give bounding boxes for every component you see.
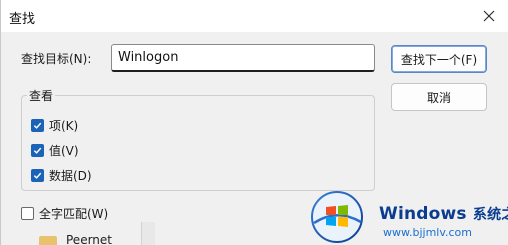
- close-button[interactable]: [477, 4, 501, 28]
- watermark-brand-cn: 系统之家: [472, 207, 508, 223]
- keys-label: 项(K): [49, 118, 79, 133]
- find-dialog: 查找 查找目标(N): 查找下一个(F) 取消 查看 项(K) 值(V) 数据(…: [0, 0, 508, 245]
- match-whole-string-checkbox[interactable]: [21, 206, 34, 220]
- find-target-input[interactable]: [111, 44, 375, 72]
- match-whole-string-row[interactable]: 全字匹配(W): [21, 204, 108, 222]
- values-checkbox-row[interactable]: 值(V): [31, 141, 79, 159]
- close-icon: [483, 10, 495, 22]
- match-whole-string-label: 全字匹配(W): [39, 206, 109, 221]
- title-bar: 查找: [1, 0, 508, 32]
- checkmark-icon: [33, 122, 42, 129]
- keys-checkbox[interactable]: [31, 118, 44, 132]
- background-scrollbar: [141, 222, 155, 245]
- watermark-brand-en: Windows: [379, 204, 467, 224]
- background-tree-item: Peernet: [39, 232, 149, 245]
- dialog-title: 查找: [9, 12, 36, 27]
- look-at-title: 查看: [27, 87, 56, 104]
- find-next-button[interactable]: 查找下一个(F): [391, 45, 487, 73]
- values-checkbox[interactable]: [31, 143, 44, 157]
- checkmark-icon: [33, 147, 42, 154]
- folder-icon: [39, 236, 57, 245]
- checkmark-icon: [33, 172, 42, 179]
- watermark-url: www.bjjmlv.com: [383, 226, 472, 239]
- site-watermark: Windows 系统之家 www.bjjmlv.com: [301, 186, 508, 245]
- find-target-label: 查找目标(N):: [21, 52, 92, 66]
- keys-checkbox-row[interactable]: 项(K): [31, 116, 78, 134]
- data-checkbox[interactable]: [31, 168, 44, 182]
- watermark-brand: Windows 系统之家: [379, 204, 508, 224]
- values-label: 值(V): [49, 143, 79, 158]
- data-label: 数据(D): [49, 168, 92, 183]
- cancel-button[interactable]: 取消: [391, 83, 487, 111]
- data-checkbox-row[interactable]: 数据(D): [31, 166, 92, 184]
- windows-logo-icon: [311, 191, 363, 243]
- background-tree-label: Peernet: [66, 233, 112, 245]
